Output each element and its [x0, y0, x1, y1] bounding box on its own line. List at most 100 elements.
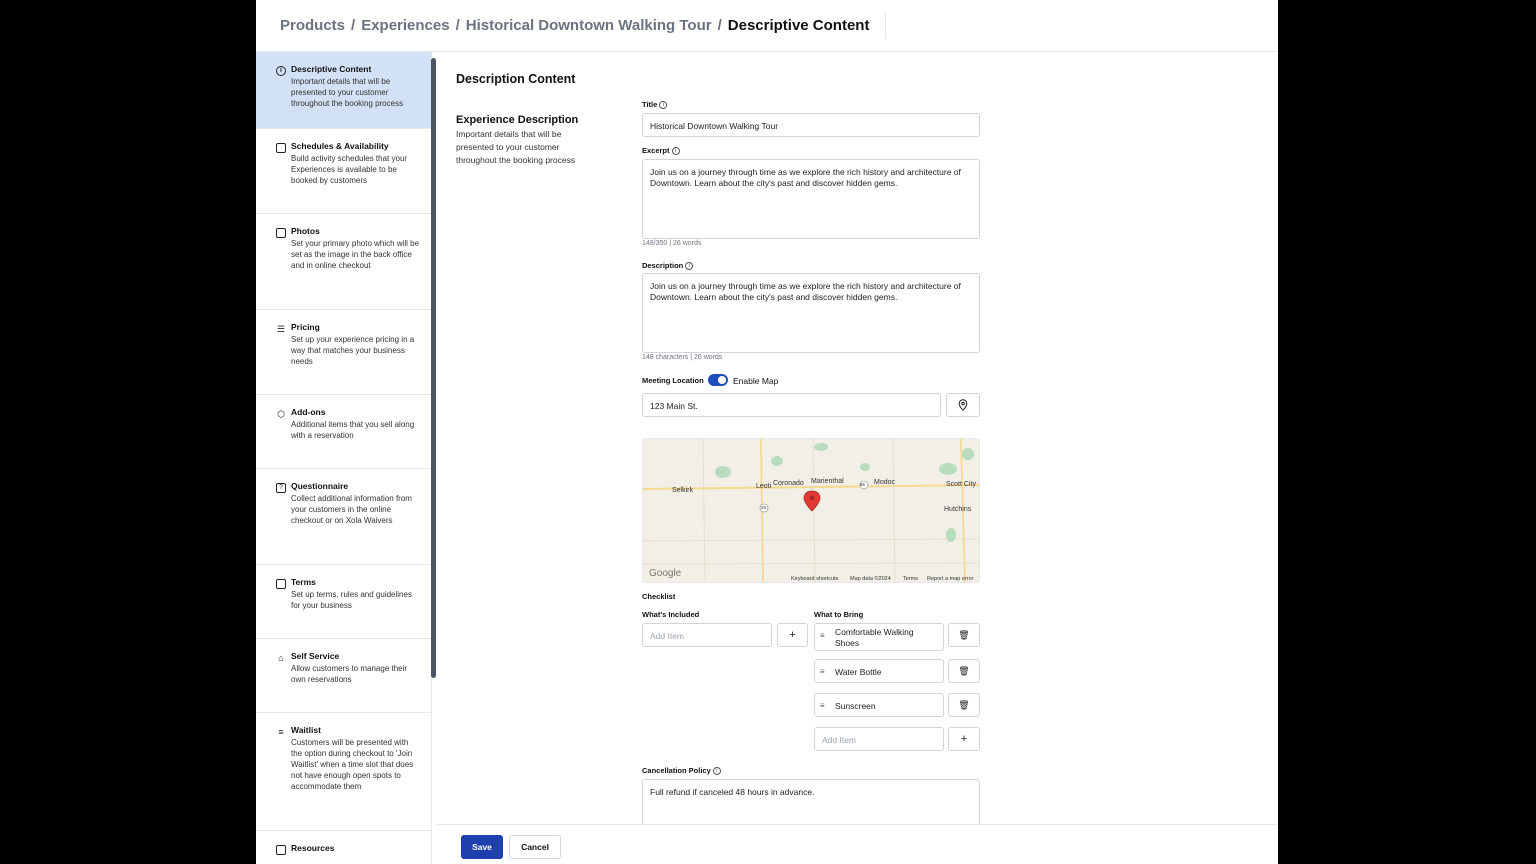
info-icon[interactable]: i	[671, 146, 680, 155]
cancel-button[interactable]: Cancel	[509, 835, 561, 859]
map-place-label: Hutchins	[944, 506, 972, 513]
question-icon: ?	[276, 483, 286, 493]
breadcrumb-experiences[interactable]: Experiences	[361, 17, 449, 34]
sidebar: i Descriptive Content Important details …	[256, 52, 432, 864]
bring-item[interactable]: Sunscreen	[814, 693, 944, 717]
breadcrumb-divider	[885, 12, 887, 39]
sidebar-item-title: Pricing	[291, 322, 320, 332]
info-icon[interactable]: i	[685, 261, 694, 270]
route-label: 96	[860, 482, 866, 487]
sidebar-item-add-ons[interactable]: ⬡ Add-ons Additional items that you sell…	[256, 395, 431, 469]
google-logo: Google	[649, 568, 682, 579]
subsection-title: Experience Description	[456, 114, 579, 126]
breadcrumb: Products / Experiences / Historical Down…	[256, 0, 1278, 52]
bring-add-item-input[interactable]: Add Item	[814, 727, 944, 751]
sidebar-item-title: Resources	[291, 843, 335, 853]
sidebar-item-self-service[interactable]: ⌂ Self Service Allow customers to manage…	[256, 639, 431, 713]
included-add-item-input[interactable]: Add Item	[642, 623, 772, 647]
checklist-label: Checklist	[642, 592, 676, 601]
location-pin-button[interactable]	[946, 393, 980, 417]
sidebar-item-desc: Set up your experience pricing in a way …	[291, 335, 415, 366]
trash-icon: 🗑	[958, 665, 970, 676]
enable-map-label: Enable Map	[733, 376, 779, 386]
save-button[interactable]: Save	[461, 835, 503, 859]
sidebar-item-desc: Important details that will be presented…	[291, 77, 404, 108]
map-place-label: Scott City	[946, 481, 976, 488]
delete-bring-item-button[interactable]: 🗑	[948, 659, 980, 683]
sidebar-item-waitlist[interactable]: ≡ Waitlist Customers will be presented w…	[256, 713, 431, 831]
breadcrumb-experience[interactable]: Historical Downtown Walking Tour	[466, 17, 712, 34]
title-input[interactable]: Historical Downtown Walking Tour	[642, 113, 980, 137]
sidebar-item-title: Waitlist	[291, 725, 321, 735]
calendar-icon	[276, 143, 286, 153]
sidebar-item-title: Questionnaire	[291, 481, 349, 491]
breadcrumb-separator: /	[717, 17, 722, 34]
breadcrumb-products[interactable]: Products	[280, 17, 345, 34]
sidebar-item-terms[interactable]: Terms Set up terms, rules and guidelines…	[256, 565, 431, 639]
sidebar-item-desc: Allow customers to manage their own rese…	[291, 664, 408, 684]
cancellation-policy-textarea[interactable]: Full refund if canceled 48 hours in adva…	[642, 779, 980, 824]
what-to-bring-label: What to Bring	[814, 610, 864, 619]
breadcrumb-separator: /	[455, 17, 460, 34]
title-label: Title i	[642, 100, 668, 109]
map-preview[interactable]: Selkirk Leoti Coronado Marienthal Modoc …	[642, 438, 980, 583]
app-window: Products / Experiences / Historical Down…	[256, 0, 1278, 864]
main-content: Description Content Experience Descripti…	[437, 52, 1278, 824]
map-data-credit: Map data ©2024	[850, 576, 891, 582]
self-service-icon: ⌂	[278, 653, 284, 663]
map-terms-link[interactable]: Terms	[903, 576, 918, 582]
drag-handle-icon[interactable]: ≡	[820, 701, 825, 710]
plus-icon: +	[789, 629, 796, 641]
sidebar-item-photos[interactable]: Photos Set your primary photo which will…	[256, 214, 431, 310]
map-report-error-link[interactable]: Report a map error	[927, 576, 973, 582]
enable-map-toggle[interactable]	[708, 374, 728, 386]
sidebar-item-title: Self Service	[291, 651, 340, 661]
map-place-label: Leoti	[756, 483, 772, 490]
info-icon[interactable]: i	[712, 766, 721, 775]
map-keyboard-shortcuts[interactable]: Keyboard shortcuts	[791, 576, 838, 582]
bring-item[interactable]: Comfortable Walking Shoes	[814, 623, 944, 651]
map-place-label: Modoc	[874, 479, 896, 486]
delete-bring-item-button[interactable]: 🗑	[948, 693, 980, 717]
drag-handle-icon[interactable]: ≡	[820, 667, 825, 676]
sidebar-item-desc: Set up terms, rules and guidelines for y…	[291, 590, 412, 610]
excerpt-textarea[interactable]: Join us on a journey through time as we …	[642, 159, 980, 239]
image-icon	[276, 228, 286, 238]
sidebar-item-pricing[interactable]: ☰ Pricing Set up your experience pricing…	[256, 310, 431, 395]
cancellation-policy-label: Cancellation Policy i	[642, 766, 721, 775]
sidebar-item-desc: Set your primary photo which will be set…	[291, 239, 420, 270]
sidebar-item-questionnaire[interactable]: ? Questionnaire Collect additional infor…	[256, 469, 431, 565]
map-place-label: Marienthal	[811, 478, 844, 485]
breadcrumb-separator: /	[351, 17, 356, 34]
excerpt-label: Excerpt i	[642, 146, 680, 155]
excerpt-counter: 148/350 | 26 words	[642, 240, 702, 247]
sidebar-scrollbar[interactable]	[431, 58, 436, 678]
info-icon: i	[276, 66, 286, 76]
subsection-description: Important details that will be presented…	[456, 129, 576, 165]
map-roads	[643, 439, 979, 582]
whats-included-label: What's Included	[642, 610, 700, 619]
map-pin-icon	[958, 399, 968, 411]
route-label: 25	[761, 505, 767, 510]
sidebar-item-desc: Collect additional information from your…	[291, 494, 412, 525]
bring-add-button[interactable]: +	[948, 727, 980, 751]
sidebar-item-descriptive-content[interactable]: i Descriptive Content Important details …	[256, 52, 431, 129]
description-textarea[interactable]: Join us on a journey through time as we …	[642, 273, 980, 353]
sidebar-item-title: Add-ons	[291, 407, 326, 417]
location-input[interactable]: 123 Main St.	[642, 393, 941, 417]
info-icon[interactable]: i	[659, 100, 668, 109]
sidebar-item-resources[interactable]: Resources	[256, 831, 431, 864]
sidebar-item-title: Photos	[291, 226, 320, 236]
delete-bring-item-button[interactable]: 🗑	[948, 623, 980, 647]
bring-item[interactable]: Water Bottle	[814, 659, 944, 683]
included-add-button[interactable]: +	[777, 623, 808, 647]
pricing-icon: ☰	[276, 324, 286, 334]
drag-handle-icon[interactable]: ≡	[820, 631, 825, 640]
resource-icon	[276, 845, 286, 855]
trash-icon: 🗑	[958, 699, 970, 710]
trash-icon: 🗑	[958, 629, 970, 640]
sidebar-item-schedules[interactable]: Schedules & Availability Build activity …	[256, 129, 431, 214]
sidebar-item-title: Terms	[291, 577, 316, 587]
plus-icon: +	[960, 733, 968, 745]
description-label: Description i	[642, 261, 694, 270]
